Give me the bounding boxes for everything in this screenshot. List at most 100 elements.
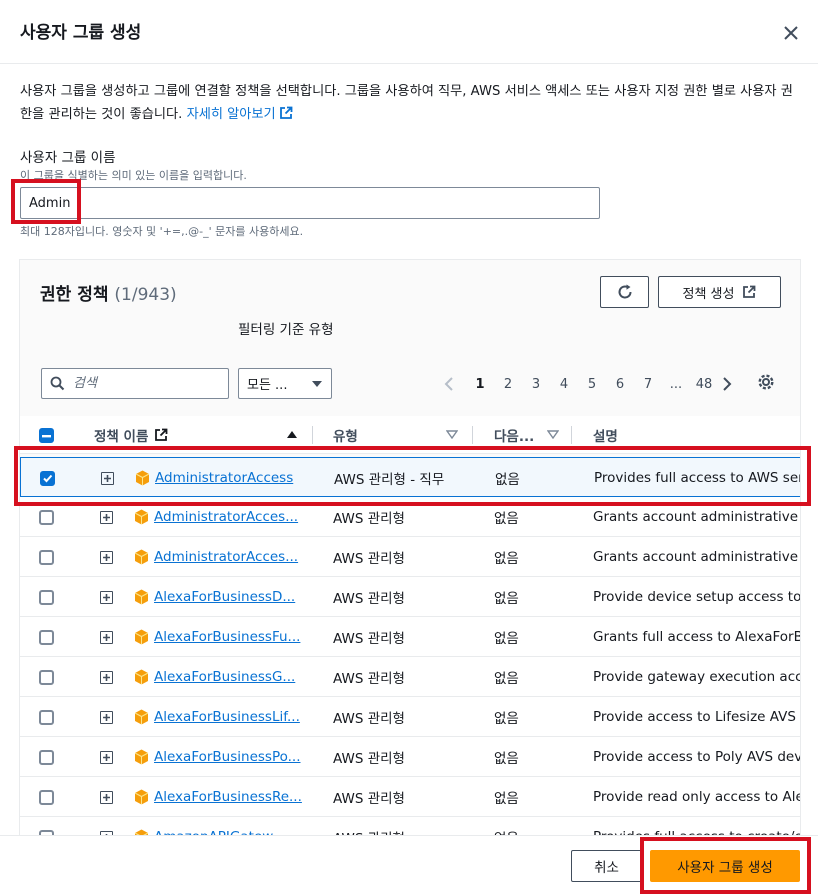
page-2[interactable]: 2 [494,377,522,392]
row-expand-cell[interactable] [101,458,114,498]
column-header-used-as[interactable]: 다음... [494,416,534,454]
column-description-label[interactable]: 설명 [593,425,618,445]
external-link-icon[interactable] [279,106,293,120]
gear-icon[interactable] [757,373,775,391]
external-link-icon[interactable] [742,285,756,299]
chevron-right-icon[interactable] [722,377,732,391]
row-expand-cell[interactable] [100,697,113,737]
page-7[interactable]: 7 [634,377,662,392]
row-checkbox[interactable] [39,789,54,805]
row-checkbox-cell[interactable] [39,737,54,777]
column-header-type[interactable]: 유형 [333,416,358,454]
create-policy-button[interactable]: 정책 생성 [658,276,781,308]
refresh-icon[interactable] [616,283,634,301]
policy-name-link[interactable]: AlexaForBusinessLif... [154,709,300,725]
policy-name-link[interactable]: AlexaForBusinessD... [154,589,295,605]
row-checkbox[interactable] [39,509,54,525]
preferences-button[interactable] [757,373,775,395]
row-expand-cell[interactable] [100,577,113,617]
row-checkbox-cell[interactable] [39,777,54,817]
external-link-icon[interactable] [154,428,168,442]
row-checkbox-cell[interactable] [39,537,54,577]
policy-name-link[interactable]: AdministratorAcces... [154,509,298,525]
expand-icon[interactable] [100,510,113,524]
table-row[interactable]: AdministratorAcces... AWS 관리형 없음 Grants acc… [20,537,800,577]
group-name-input[interactable] [20,187,600,219]
chevron-left-icon[interactable] [444,377,454,391]
select-all-checkbox[interactable] [39,427,54,443]
table-row[interactable]: AlexaForBusinessD... AWS 관리형 없음 Provide dev… [20,577,800,617]
column-header-name[interactable]: 정책 이름 [94,416,168,454]
caret-down-icon[interactable] [311,380,323,388]
page-48[interactable]: 48 [690,377,718,392]
table-row[interactable]: AlexaForBusinessLif... AWS 관리형 없음 Provide a… [20,697,800,737]
select-all-cell[interactable] [39,416,54,454]
learn-more-text[interactable]: 자세히 알아보기 [187,107,276,122]
close-icon[interactable] [783,25,799,41]
row-checkbox[interactable] [39,749,54,765]
policy-name-link[interactable]: AdministratorAccess [155,470,293,486]
search-input[interactable] [73,376,213,391]
sort-unsorted-icon[interactable] [446,429,458,439]
page-6[interactable]: 6 [606,377,634,392]
row-checkbox-cell[interactable] [39,577,54,617]
table-row[interactable]: AlexaForBusinessG... AWS 관리형 없음 Provide gat… [20,657,800,697]
column-used-as-label[interactable]: 다음... [494,425,534,445]
close-button[interactable] [778,20,804,46]
row-checkbox[interactable] [39,589,54,605]
row-expand-cell[interactable] [100,737,113,777]
prev-page-button[interactable] [440,377,458,391]
expand-icon[interactable] [100,790,113,804]
row-checkbox[interactable] [39,709,54,725]
column-type-label[interactable]: 유형 [333,425,358,445]
type-filter-select[interactable]: 모든 ... [238,368,332,399]
table-row[interactable]: AlexaForBusinessFu... AWS 관리형 없음 Grants ful… [20,617,800,657]
page-3[interactable]: 3 [522,377,550,392]
next-page-button[interactable] [718,377,736,391]
sort-ascending-icon[interactable] [286,429,298,439]
table-row[interactable]: AdministratorAcces... AWS 관리형 없음 Grants acc… [20,497,800,537]
row-checkbox[interactable] [39,629,54,645]
page-5[interactable]: 5 [578,377,606,392]
row-expand-cell[interactable] [100,617,113,657]
refresh-button[interactable] [600,276,649,308]
page-1[interactable]: 1 [466,377,494,392]
policy-name-link[interactable]: AlexaForBusinessRe... [154,789,302,805]
expand-icon[interactable] [101,471,114,485]
expand-icon[interactable] [100,590,113,604]
expand-icon[interactable] [100,670,113,684]
table-row[interactable]: AdministratorAccess AWS 관리형 - 직무 없음 Provide… [20,457,800,498]
search-box[interactable] [41,368,229,399]
row-expand-cell[interactable] [100,657,113,697]
policy-name-link[interactable]: AdministratorAcces... [154,549,298,565]
table-row[interactable]: AlexaForBusinessRe... AWS 관리형 없음 Provide re… [20,777,800,817]
cancel-button[interactable]: 취소 [571,850,642,882]
create-user-group-button[interactable]: 사용자 그룹 생성 [650,850,800,882]
policy-name-link[interactable]: AlexaForBusinessPo... [154,749,301,765]
row-checkbox[interactable] [40,470,55,486]
column-header-description[interactable]: 설명 [593,416,618,454]
row-checkbox[interactable] [39,669,54,685]
policy-name-link[interactable]: AlexaForBusinessFu... [154,629,300,645]
learn-more-link[interactable]: 자세히 알아보기 [187,106,293,122]
row-expand-cell[interactable] [100,777,113,817]
policy-name-link[interactable]: AlexaForBusinessG... [154,669,295,685]
sort-unsorted-icon[interactable] [547,429,559,439]
row-checkbox[interactable] [39,549,54,565]
row-checkbox-cell[interactable] [39,617,54,657]
page-4[interactable]: 4 [550,377,578,392]
type-select-value[interactable]: 모든 ... [247,374,287,393]
row-checkbox-cell[interactable] [39,657,54,697]
row-checkbox-cell[interactable] [39,697,54,737]
row-checkbox-cell[interactable] [39,497,54,537]
expand-icon[interactable] [100,710,113,724]
create-policy-label[interactable]: 정책 생성 [683,283,735,302]
row-checkbox-cell[interactable] [40,458,55,498]
row-expand-cell[interactable] [100,497,113,537]
column-name-label[interactable]: 정책 이름 [94,425,148,445]
row-expand-cell[interactable] [100,537,113,577]
table-row[interactable]: AlexaForBusinessPo... AWS 관리형 없음 Provide ac… [20,737,800,777]
expand-icon[interactable] [100,750,113,764]
expand-icon[interactable] [100,630,113,644]
expand-icon[interactable] [100,550,113,564]
